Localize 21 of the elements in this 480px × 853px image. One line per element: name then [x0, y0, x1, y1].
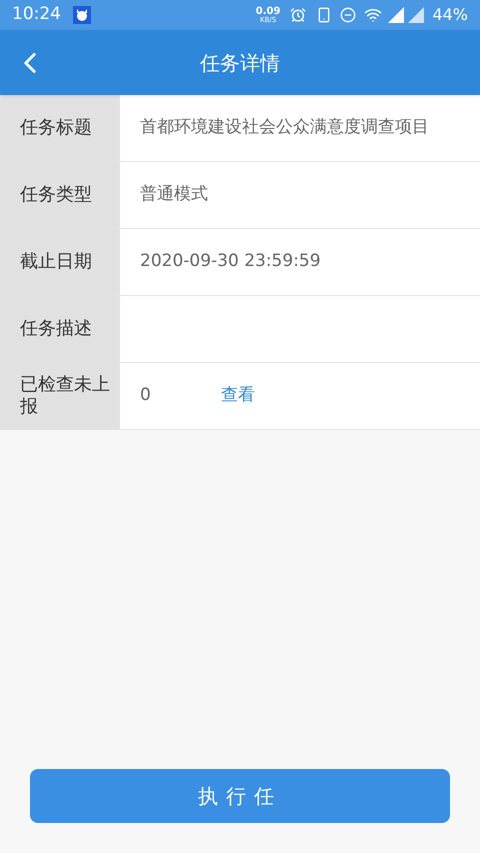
field-label-cell: 任务描述	[0, 296, 120, 362]
field-value: 2020-09-30 23:59:59	[140, 250, 321, 274]
field-value: 首都环境建设社会公众满意度调查项目	[140, 116, 429, 140]
view-link[interactable]: 查看	[220, 383, 255, 409]
field-label-cell: 已检查未上报	[0, 363, 120, 429]
speed-value: 0.09	[256, 6, 280, 16]
field-label-cell: 任务标题	[0, 95, 120, 161]
field-label-cell: 截止日期	[0, 229, 120, 295]
battery-text: 44%	[432, 4, 468, 26]
do-not-disturb-icon	[340, 7, 356, 23]
alarm-icon	[290, 7, 306, 23]
status-time: 10:24	[12, 3, 61, 26]
signal-icon	[388, 7, 424, 23]
phone-icon	[316, 7, 332, 23]
field-value: 普通模式	[140, 183, 208, 206]
execute-task-button[interactable]: 执行任	[30, 769, 450, 823]
wifi-icon	[364, 6, 382, 24]
app-icon	[73, 6, 91, 24]
field-label-cell: 任务类型	[0, 162, 120, 228]
field-value: 0	[140, 384, 151, 408]
page-title: 任务详情	[200, 50, 280, 76]
